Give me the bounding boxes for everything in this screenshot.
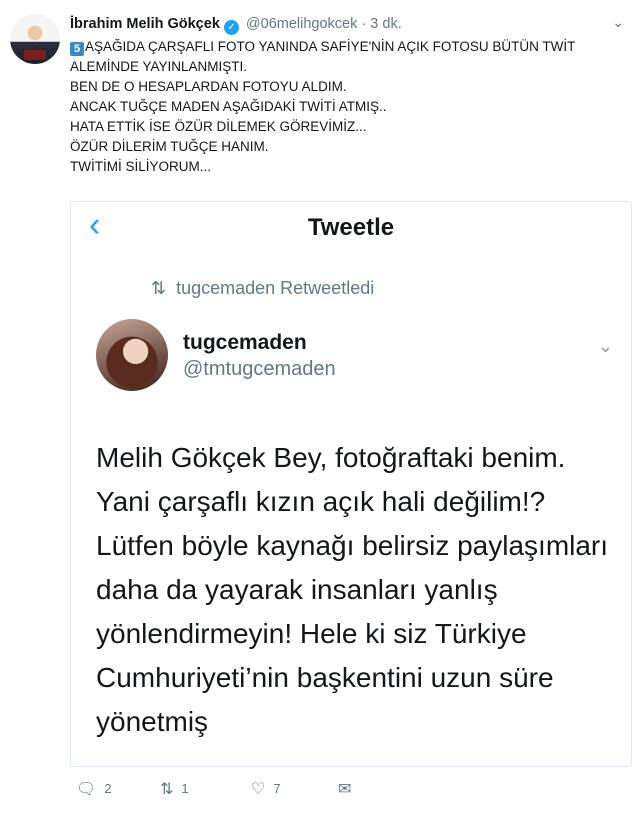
retweet-button[interactable]: ⇅ 1: [160, 779, 189, 799]
embed-nav-title: Tweetle: [307, 214, 395, 241]
reply-icon: 🗨: [76, 781, 97, 798]
direct-message-icon: ✉: [338, 781, 352, 798]
tweet: İbrahim Melih Gökçek ✓ @06melihgokcek · 3…: [0, 0, 640, 815]
author-name[interactable]: İbrahim Melih Gökçek: [70, 16, 220, 32]
embedded-chevron-down-icon[interactable]: ⌄: [598, 336, 613, 357]
direct-message-button[interactable]: ✉: [338, 779, 359, 799]
tweet-time[interactable]: 3 dk.: [370, 16, 401, 32]
author-avatar[interactable]: [10, 14, 60, 64]
embedded-author-name[interactable]: tugcemaden: [183, 331, 307, 355]
embedded-screenshot[interactable]: ‹ Tweetle ⇅ tugcemaden Retweetledi tugcem…: [70, 201, 632, 767]
verified-badge-icon: ✓: [223, 20, 239, 35]
tweet-line: ALEMİNDE YAYINLANMIŞTI.: [70, 59, 248, 74]
retweet-icon: ⇅: [151, 278, 167, 298]
separator-dot: ·: [361, 16, 367, 32]
tweet-line: 5 AŞAĞIDA ÇARŞAFLI FOTO YANINDA SAFİYE'Nİ…: [70, 37, 590, 57]
like-button[interactable]: ♡ 7: [251, 779, 281, 799]
tweet-body: 5 AŞAĞIDA ÇARŞAFLI FOTO YANINDA SAFİYE'Nİ…: [70, 37, 590, 177]
reply-button[interactable]: 🗨 2: [76, 779, 112, 799]
chevron-down-icon[interactable]: ⌄: [612, 14, 624, 31]
retweet-count: 1: [181, 781, 189, 796]
tweet-line: TWİTİMİ SİLİYORUM...: [70, 159, 211, 174]
keycap-five-icon: 5: [70, 42, 84, 56]
tweet-header: İbrahim Melih Gökçek ✓ @06melihgokcek · 3…: [70, 14, 600, 35]
retweet-context: ⇅ tugcemaden Retweetledi: [151, 278, 374, 299]
tweet-line: ANCAK TUĞÇE MADEN AŞAĞIDAKİ TWİTİ ATMIŞ.…: [70, 99, 387, 114]
tweet-line: BEN DE O HESAPLARDAN FOTOYU ALDIM.: [70, 79, 347, 94]
tweet-line: HATA ETTİK İSE ÖZÜR DİLEMEK GÖREVİMİZ...: [70, 119, 367, 134]
author-handle[interactable]: @06melihgokcek: [246, 16, 357, 32]
like-icon: ♡: [251, 781, 266, 798]
tweet-line: ÖZÜR DİLERİM TUĞÇE HANIM.: [70, 139, 269, 154]
retweet-by-label[interactable]: tugcemaden Retweetledi: [176, 278, 374, 298]
embedded-author-avatar[interactable]: [96, 319, 168, 391]
reply-count: 2: [104, 781, 112, 796]
embedded-tweet-text: Melih Gökçek Bey, fotoğraftaki benim. Ya…: [96, 442, 609, 737]
embedded-author-handle[interactable]: @tmtugcemaden: [183, 358, 336, 381]
like-count: 7: [273, 781, 281, 796]
retweet-icon: ⇅: [160, 781, 174, 798]
embed-nav-bar: ‹ Tweetle: [71, 202, 631, 252]
